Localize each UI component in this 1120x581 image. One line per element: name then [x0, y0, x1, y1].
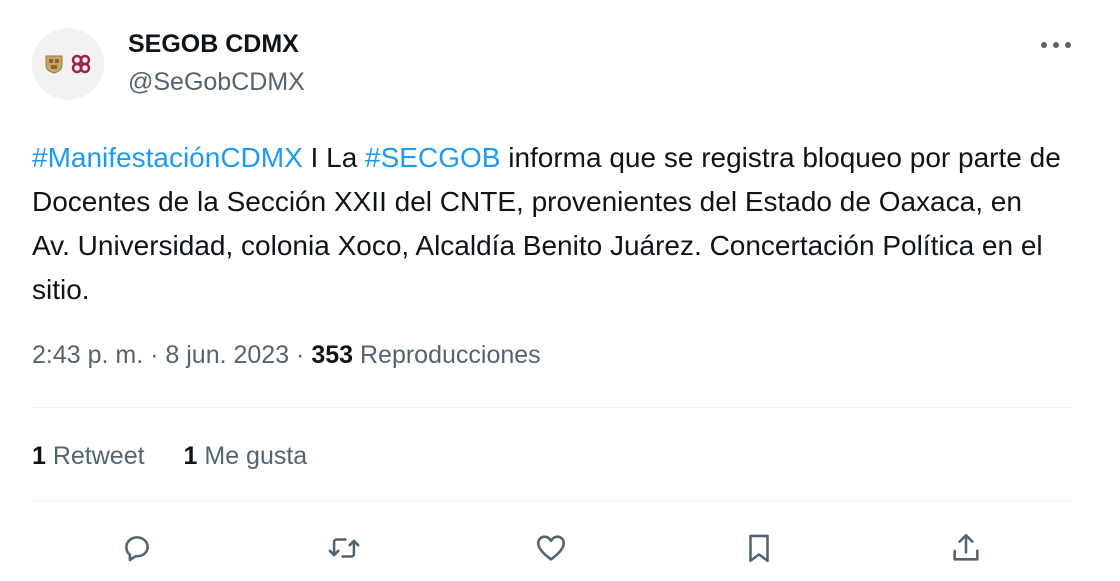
like-button[interactable]	[531, 528, 571, 568]
more-options-button[interactable]	[1036, 30, 1076, 60]
tweet-text-segment: I La	[302, 142, 366, 173]
retweets-count: 1	[32, 442, 46, 470]
likes-stat[interactable]: 1 Me gusta	[184, 442, 308, 471]
retweets-stat[interactable]: 1 Retweet	[32, 442, 145, 471]
author-handle[interactable]: @SeGobCDMX	[128, 68, 305, 97]
more-horizontal-icon	[1041, 42, 1071, 48]
tweet-card: SEGOB CDMX @SeGobCDMX #ManifestaciónCDMX…	[0, 0, 1120, 581]
likes-count: 1	[183, 442, 198, 470]
share-button[interactable]	[946, 528, 986, 568]
hashtag-link[interactable]: #ManifestaciónCDMX	[32, 142, 303, 173]
author-name[interactable]: SEGOB CDMX	[128, 30, 299, 59]
retweet-button[interactable]	[324, 528, 364, 568]
avatar[interactable]	[32, 28, 104, 100]
bookmark-icon	[749, 534, 769, 563]
bookmark-button[interactable]	[739, 528, 779, 568]
tweet-meta: 2:43 p. m. · 8 jun. 2023 · 353 Reproducc…	[32, 341, 541, 370]
reply-icon	[125, 536, 149, 562]
views-label: Reproducciones	[353, 341, 541, 369]
engagement-stats: 1 Retweet 1 Me gusta	[32, 442, 339, 471]
like-icon	[536, 535, 566, 561]
divider	[32, 407, 1072, 408]
retweets-label: Retweet	[45, 442, 145, 470]
views-count: 353	[311, 341, 354, 369]
retweet-icon	[328, 538, 360, 558]
share-icon	[953, 533, 979, 561]
reply-button[interactable]	[117, 528, 157, 568]
tweet-time[interactable]: 2:43 p. m.	[32, 341, 143, 369]
hashtag-link[interactable]: #SECGOB	[365, 142, 500, 173]
likes-label: Me gusta	[197, 442, 308, 470]
meta-separator: ·	[289, 341, 312, 369]
meta-separator: ·	[143, 341, 166, 369]
cdmx-shield-icon	[45, 55, 63, 74]
cdmx-flower-logo-icon	[71, 54, 91, 74]
tweet-text: #ManifestaciónCDMX I La #SECGOB informa …	[32, 136, 1062, 312]
divider	[32, 500, 1072, 501]
tweet-date[interactable]: 8 jun. 2023	[165, 341, 289, 369]
